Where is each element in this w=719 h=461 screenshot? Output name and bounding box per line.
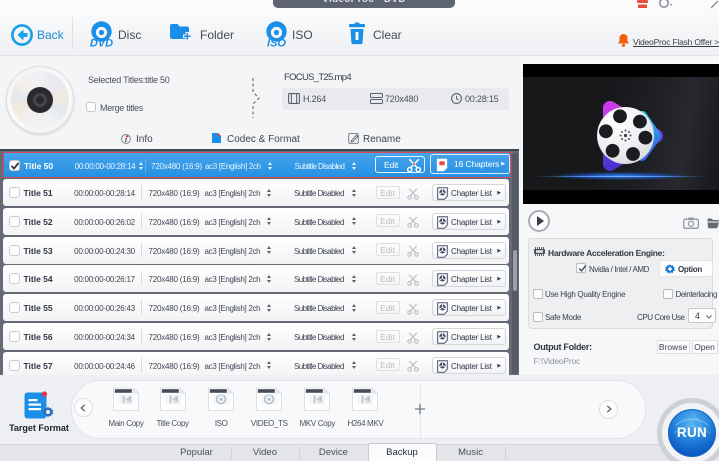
svg-text:DVD: DVD xyxy=(90,38,113,48)
svg-text:ISO: ISO xyxy=(267,38,286,48)
